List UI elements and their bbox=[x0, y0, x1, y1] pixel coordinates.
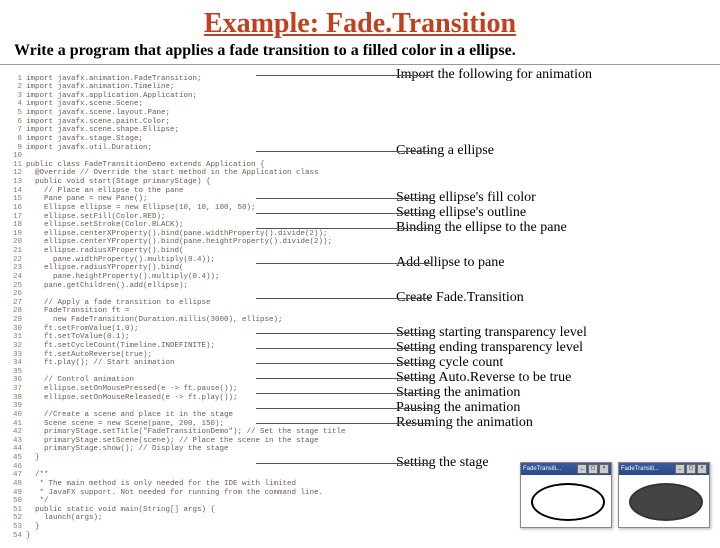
window-filled: FadeTransiti... _ ▢ × bbox=[618, 462, 710, 528]
minimize-icon[interactable]: _ bbox=[577, 464, 587, 474]
annotation-leader-line bbox=[256, 198, 431, 199]
slide-subtitle: Write a program that applies a fade tran… bbox=[0, 42, 720, 65]
annotation-3: Setting ellipse's outline bbox=[396, 205, 526, 221]
ellipse-outline bbox=[531, 483, 605, 521]
annotation-leader-line bbox=[256, 363, 431, 364]
slide-title: Example: Fade.Transition bbox=[0, 8, 720, 40]
annotation-0: Import the following for animation bbox=[396, 67, 592, 83]
annotation-leader-line bbox=[256, 333, 431, 334]
annotation-leader-line bbox=[256, 378, 431, 379]
annotation-11: Starting the animation bbox=[396, 385, 520, 401]
minimize-icon[interactable]: _ bbox=[675, 464, 685, 474]
annotation-leader-line bbox=[256, 463, 431, 464]
annotation-leader-line bbox=[256, 263, 431, 264]
window-title-text: FadeTransiti... bbox=[621, 466, 659, 472]
annotation-7: Setting starting transparency level bbox=[396, 325, 587, 341]
annotation-leader-line bbox=[256, 75, 431, 76]
ellipse-filled bbox=[629, 483, 703, 521]
maximize-icon[interactable]: ▢ bbox=[588, 464, 598, 474]
annotation-leader-line bbox=[256, 408, 431, 409]
annotation-5: Add ellipse to pane bbox=[396, 255, 504, 271]
close-icon[interactable]: × bbox=[599, 464, 609, 474]
annotation-leader-line bbox=[256, 151, 431, 152]
annotation-leader-line bbox=[256, 228, 431, 229]
window-outline: FadeTransiti... _ ▢ × bbox=[520, 462, 612, 528]
annotation-10: Setting Auto.Reverse to be true bbox=[396, 370, 571, 386]
window-title-text: FadeTransiti... bbox=[523, 466, 561, 472]
annotation-13: Resuming the animation bbox=[396, 415, 533, 431]
code-block: 1import javafx.animation.FadeTransition;… bbox=[0, 73, 356, 541]
annotation-leader-line bbox=[256, 213, 431, 214]
annotation-14: Setting the stage bbox=[396, 455, 489, 471]
annotation-1: Creating a ellipse bbox=[396, 143, 494, 159]
close-icon[interactable]: × bbox=[697, 464, 707, 474]
annotation-8: Setting ending transparency level bbox=[396, 340, 583, 356]
window-titlebar: FadeTransiti... _ ▢ × bbox=[619, 463, 709, 475]
annotation-6: Create Fade.Transition bbox=[396, 290, 524, 306]
annotation-12: Pausing the animation bbox=[396, 400, 520, 416]
annotation-leader-line bbox=[256, 423, 431, 424]
annotation-leader-line bbox=[256, 348, 431, 349]
annotation-9: Setting cycle count bbox=[396, 355, 503, 371]
output-windows: FadeTransiti... _ ▢ × FadeTransiti... _ … bbox=[520, 462, 710, 528]
window-buttons: _ ▢ × bbox=[675, 464, 707, 474]
annotation-4: Binding the ellipse to the pane bbox=[396, 220, 567, 236]
annotation-leader-line bbox=[256, 298, 431, 299]
annotation-leader-line bbox=[256, 393, 431, 394]
window-buttons: _ ▢ × bbox=[577, 464, 609, 474]
annotation-2: Setting ellipse's fill color bbox=[396, 190, 536, 206]
window-titlebar: FadeTransiti... _ ▢ × bbox=[521, 463, 611, 475]
maximize-icon[interactable]: ▢ bbox=[686, 464, 696, 474]
